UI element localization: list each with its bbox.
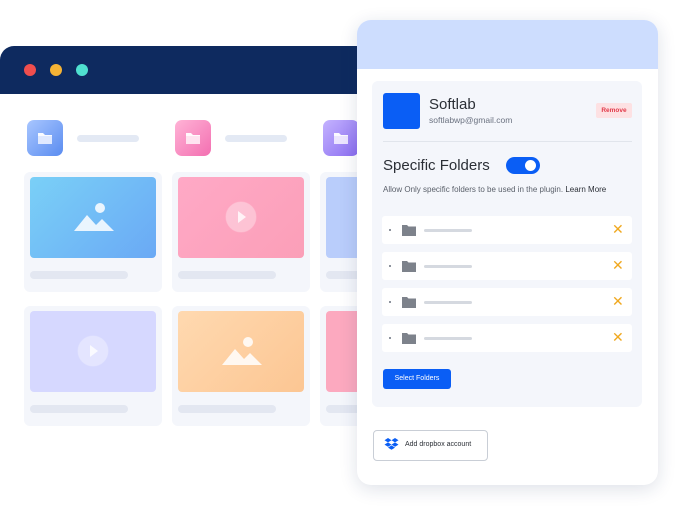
account-email: softlabwp@gmail.com — [429, 115, 513, 125]
settings-panel: Softlab softlabwp@gmail.com Remove Speci… — [357, 20, 658, 485]
video-thumbnail — [30, 311, 156, 392]
account-card: Softlab softlabwp@gmail.com Remove Speci… — [372, 81, 642, 407]
card-caption-placeholder — [178, 405, 276, 413]
folder-row[interactable]: ✕ — [382, 252, 632, 280]
card-caption-placeholder — [178, 271, 276, 279]
folder-name-placeholder — [424, 301, 472, 304]
media-card[interactable] — [24, 172, 162, 292]
media-card[interactable] — [172, 172, 310, 292]
maximize-window-dot[interactable] — [76, 64, 88, 76]
folder-row[interactable]: ✕ — [382, 324, 632, 352]
account-avatar — [383, 93, 420, 129]
image-icon — [222, 337, 262, 365]
folder-icon — [402, 297, 416, 308]
divider — [383, 141, 632, 142]
description-text: Allow Only specific folders to be used i… — [383, 185, 564, 194]
bullet — [389, 265, 391, 267]
close-icon[interactable]: ✕ — [612, 258, 624, 272]
image-icon — [74, 203, 114, 231]
folder-name-placeholder — [424, 229, 472, 232]
add-dropbox-label: Add dropbox account — [405, 441, 472, 448]
panel-header — [357, 20, 658, 69]
play-icon[interactable] — [221, 197, 261, 237]
specific-folders-title: Specific Folders — [383, 157, 490, 174]
folder-icon — [402, 261, 416, 272]
close-icon[interactable]: ✕ — [612, 294, 624, 308]
remove-account-button[interactable]: Remove — [596, 103, 632, 118]
specific-folders-toggle[interactable] — [506, 157, 540, 174]
close-icon[interactable]: ✕ — [612, 330, 624, 344]
media-card[interactable] — [24, 306, 162, 426]
browser-titlebar — [0, 46, 380, 94]
image-thumbnail — [30, 177, 156, 258]
select-folders-button[interactable]: Select Folders — [383, 369, 451, 389]
folder-icon — [175, 120, 211, 156]
close-window-dot[interactable] — [24, 64, 36, 76]
bullet — [389, 301, 391, 303]
card-caption-placeholder — [30, 271, 128, 279]
image-thumbnail — [178, 311, 304, 392]
specific-folders-description: Allow Only specific folders to be used i… — [383, 185, 606, 194]
browser-window — [0, 46, 380, 506]
folder-name-placeholder — [424, 265, 472, 268]
play-icon[interactable] — [73, 331, 113, 371]
video-thumbnail — [178, 177, 304, 258]
card-caption-placeholder — [30, 405, 128, 413]
folder-name-placeholder — [424, 337, 472, 340]
folder-icon — [402, 333, 416, 344]
folder-row[interactable]: ✕ — [382, 288, 632, 316]
bullet — [389, 337, 391, 339]
folder-name-placeholder — [225, 135, 287, 142]
folder-icon — [323, 120, 359, 156]
account-name: Softlab — [429, 96, 476, 113]
bullet — [389, 229, 391, 231]
media-card[interactable] — [172, 306, 310, 426]
dropbox-icon — [384, 438, 399, 450]
folder-icon — [402, 225, 416, 236]
minimize-window-dot[interactable] — [50, 64, 62, 76]
folder-row[interactable]: ✕ — [382, 216, 632, 244]
learn-more-link[interactable]: Learn More — [565, 185, 606, 194]
toggle-knob — [525, 160, 536, 171]
add-dropbox-account-button[interactable]: Add dropbox account — [373, 430, 488, 461]
folder-name-placeholder — [77, 135, 139, 142]
close-icon[interactable]: ✕ — [612, 222, 624, 236]
folder-icon — [27, 120, 63, 156]
